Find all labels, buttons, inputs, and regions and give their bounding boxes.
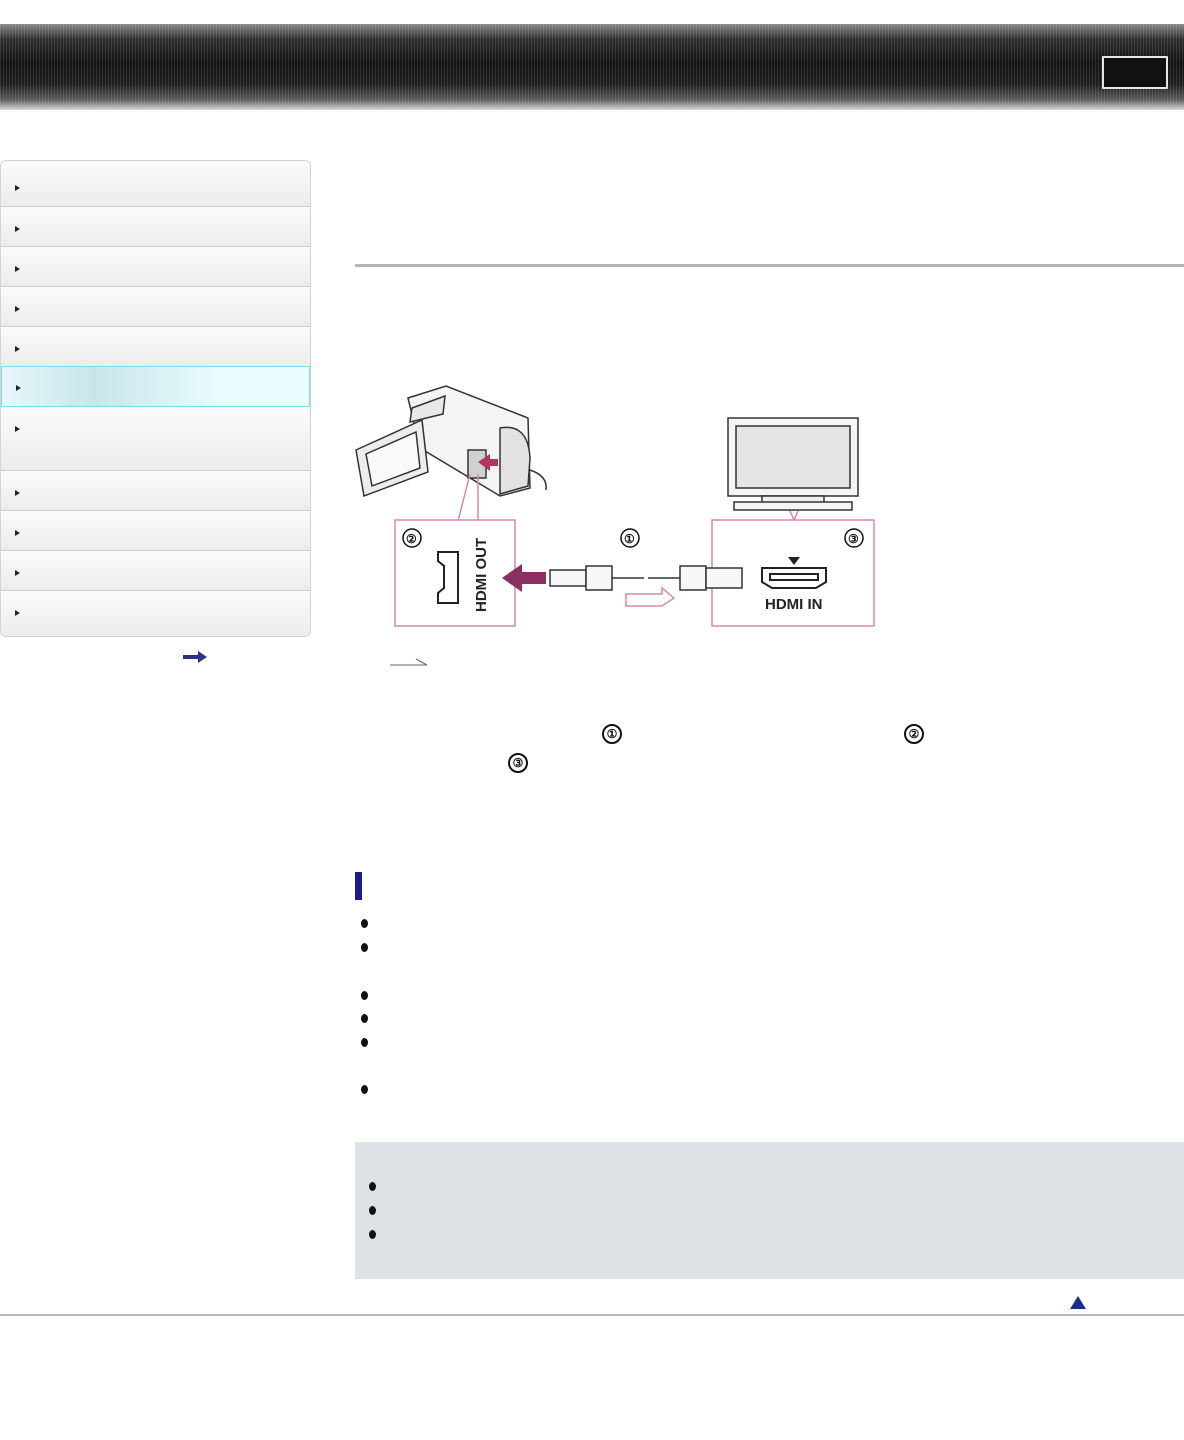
- tip-bullet-2: [369, 1206, 376, 1215]
- triangle-bullet-icon: [15, 490, 20, 496]
- triangle-bullet-icon: [15, 185, 20, 191]
- header-banner: [0, 24, 1184, 110]
- triangle-bullet-icon: [15, 426, 20, 432]
- instruction-marker-1: ①: [602, 724, 622, 744]
- note-bullet-3: [361, 991, 368, 1000]
- outline-arrow-icon: [390, 658, 428, 666]
- triangle-bullet-icon: [15, 530, 20, 536]
- section-heading-marker: [355, 872, 362, 900]
- note-bullet-2: [361, 943, 368, 952]
- marker-1-label: ①: [624, 532, 635, 546]
- instruction-marker-2: ②: [904, 724, 924, 744]
- hdmi-in-port-icon: [761, 567, 827, 589]
- signal-direction-arrow: [625, 586, 676, 607]
- triangle-bullet-icon: [15, 306, 20, 312]
- note-bullet-1: [361, 919, 368, 928]
- sidebar-item-10[interactable]: [1, 551, 310, 591]
- triangle-bullet-icon: [15, 266, 20, 272]
- right-arrow-icon[interactable]: [182, 650, 208, 664]
- tv-illustration: [727, 417, 859, 511]
- marker-3-label: ③: [848, 532, 859, 546]
- sidebar-item-9[interactable]: [1, 511, 310, 551]
- sidebar-nav: [0, 160, 311, 637]
- hdmi-in-label: HDMI IN: [765, 596, 823, 613]
- tips-box: [355, 1142, 1184, 1279]
- tip-bullet-1: [369, 1182, 376, 1191]
- sidebar-item-5[interactable]: [1, 327, 310, 367]
- note-bullet-6: [361, 1085, 368, 1094]
- instruction-marker-3: ③: [508, 753, 528, 773]
- marker-2-label: ②: [406, 532, 417, 546]
- sidebar-item-6[interactable]: [1, 366, 310, 407]
- sidebar-item-4[interactable]: [1, 287, 310, 327]
- sidebar-item-8[interactable]: [1, 471, 310, 511]
- note-bullet-5: [361, 1038, 368, 1047]
- tip-bullet-3: [369, 1230, 376, 1239]
- hdmi-connection-diagram: HDMI OUT HDMI IN ① ② ③: [355, 385, 875, 627]
- footer-divider: [0, 1314, 1184, 1316]
- triangle-bullet-icon: [16, 385, 21, 391]
- hdmi-out-label: HDMI OUT: [473, 538, 490, 612]
- sidebar-item-3[interactable]: [1, 247, 310, 287]
- title-divider: [355, 264, 1184, 267]
- sidebar-item-11[interactable]: [1, 591, 310, 636]
- triangle-bullet-icon: [15, 610, 20, 616]
- sidebar-item-1[interactable]: [1, 161, 310, 207]
- up-triangle-icon[interactable]: [1070, 1296, 1086, 1309]
- sidebar-item-7[interactable]: [1, 407, 310, 471]
- hdmi-cable: [549, 565, 743, 591]
- camcorder-illustration: [355, 385, 547, 498]
- triangle-bullet-icon: [15, 346, 20, 352]
- triangle-bullet-icon: [15, 570, 20, 576]
- sidebar-item-2[interactable]: [1, 207, 310, 247]
- note-bullet-4: [361, 1014, 368, 1023]
- triangle-bullet-icon: [15, 226, 20, 232]
- header-button[interactable]: [1102, 56, 1168, 89]
